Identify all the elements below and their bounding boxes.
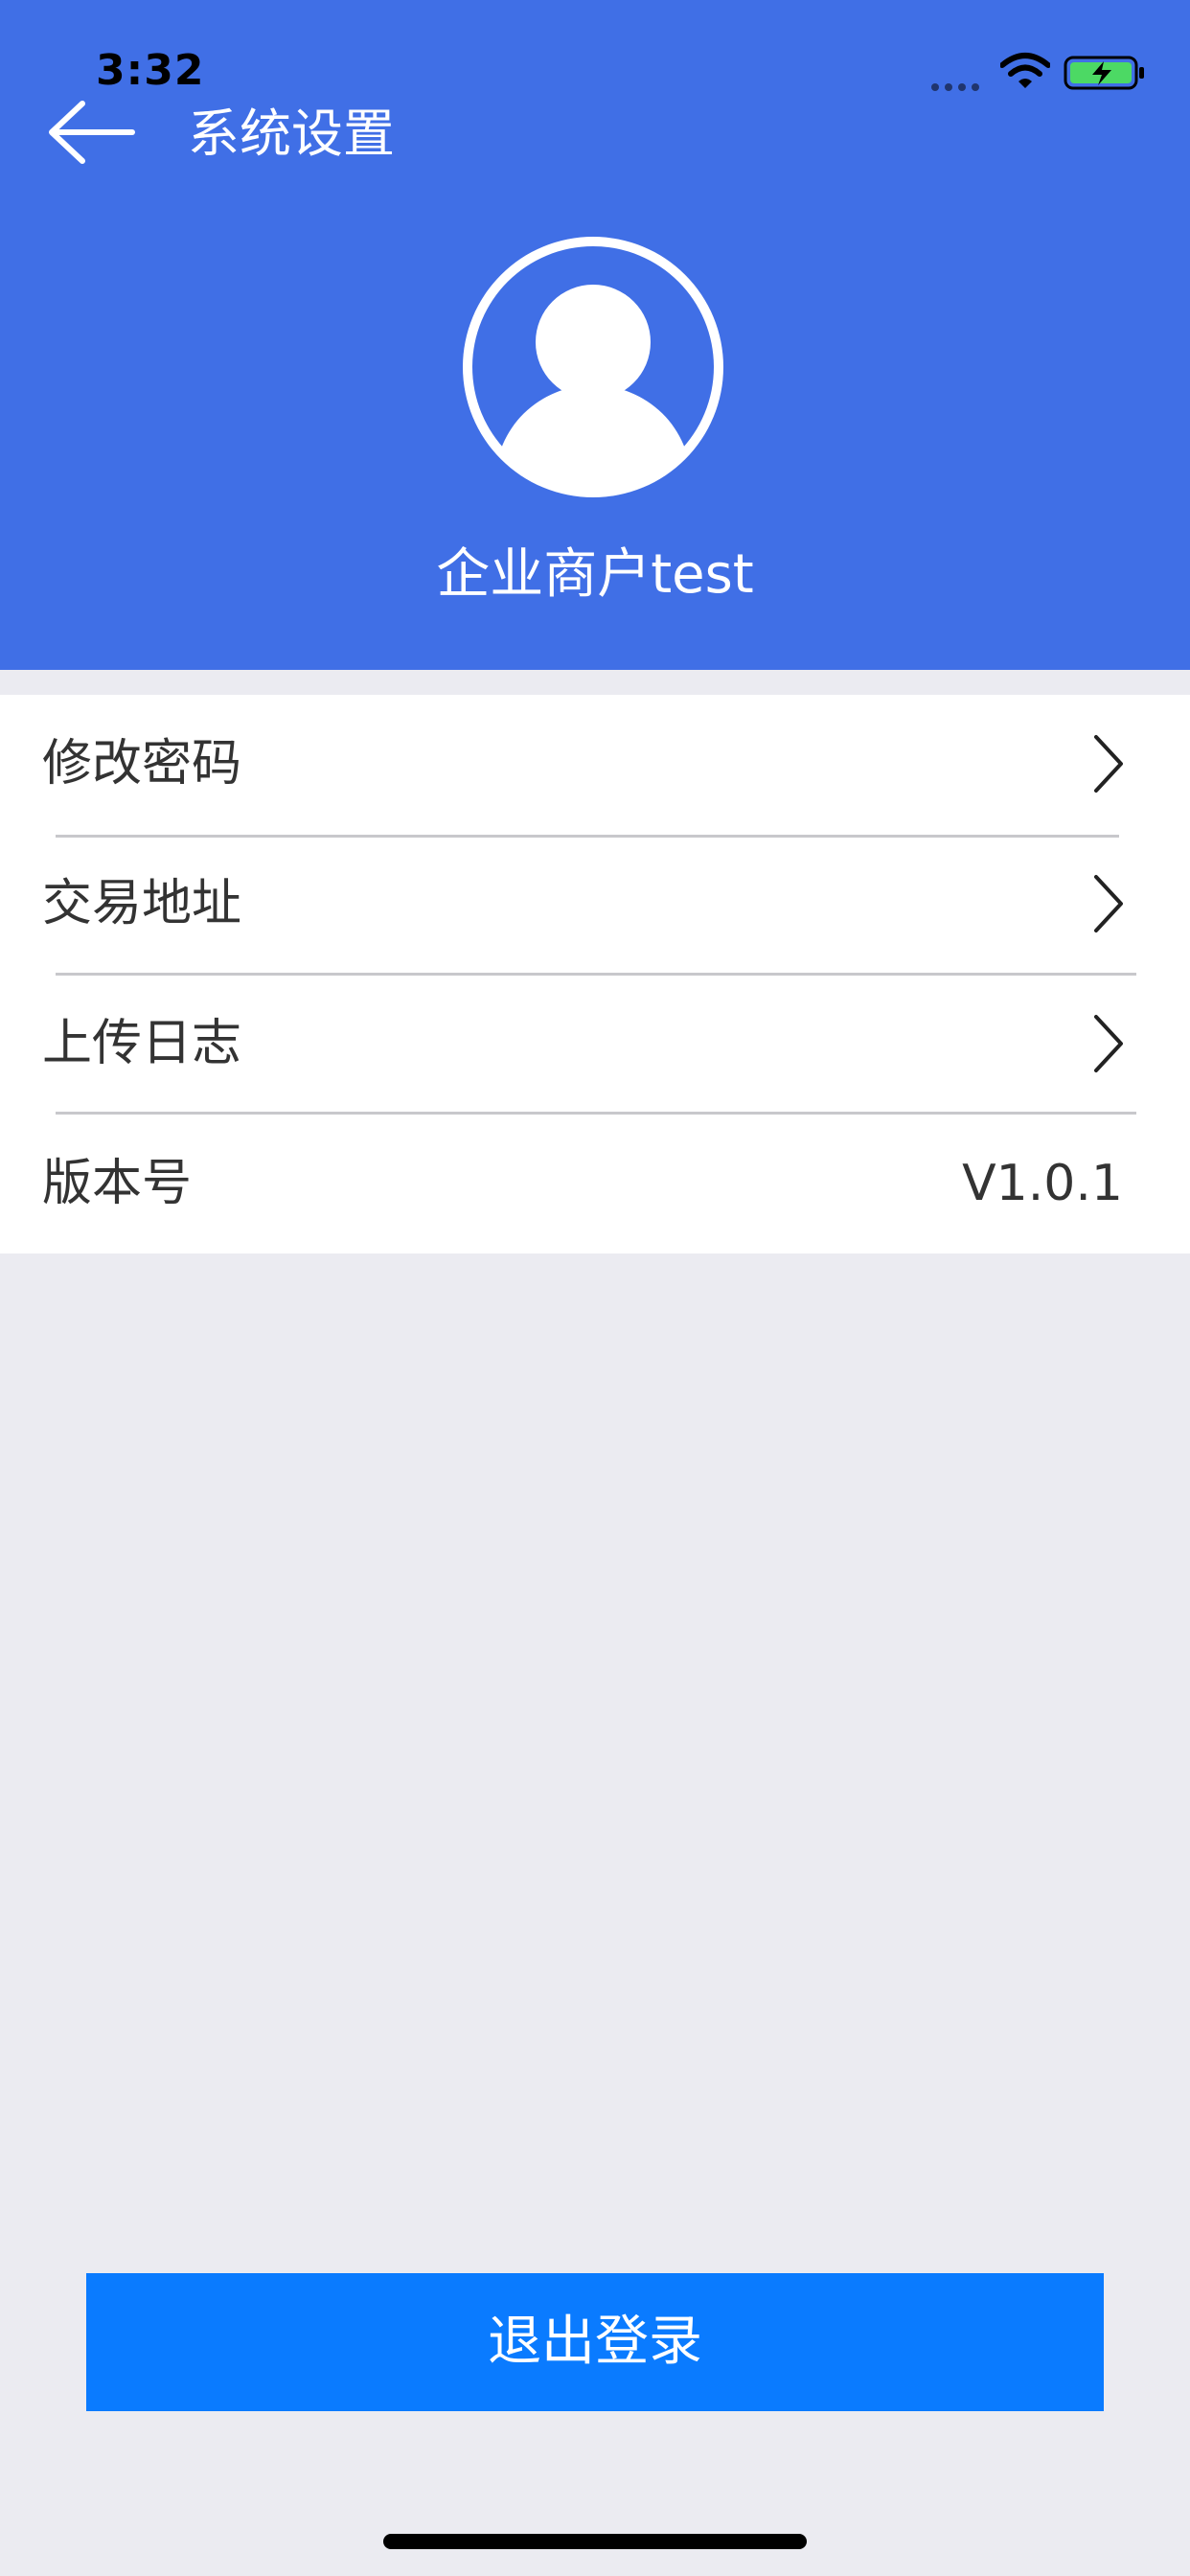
header: 3:32 系统设置 企业商户test	[0, 0, 1190, 670]
chevron-right-icon	[1094, 875, 1123, 932]
list-item-upload-log[interactable]: 上传日志	[0, 975, 1190, 1114]
logout-button[interactable]: 退出登录	[86, 2273, 1104, 2411]
list-item-version: 版本号 V1.0.1	[0, 1115, 1190, 1254]
account-name: 企业商户test	[436, 543, 754, 606]
status-time: 3:32	[96, 46, 205, 95]
version-value: V1.0.1	[962, 1155, 1123, 1212]
signal-dots-icon	[931, 77, 987, 91]
page-title: 系统设置	[188, 104, 395, 164]
home-indicator[interactable]	[383, 2534, 807, 2549]
settings-list: 修改密码 交易地址 上传日志 版本号 V1.0.1	[0, 695, 1190, 1254]
arrow-left-icon	[49, 101, 135, 164]
list-item-label: 上传日志	[42, 1015, 242, 1072]
list-item-label: 版本号	[42, 1155, 193, 1212]
battery-charging-icon	[1064, 56, 1144, 90]
wifi-icon	[1000, 53, 1050, 88]
chevron-right-icon	[1094, 735, 1123, 793]
chevron-right-icon	[1094, 1015, 1123, 1072]
list-item-change-password[interactable]: 修改密码	[0, 695, 1190, 834]
user-avatar-icon[interactable]	[456, 230, 730, 504]
list-item-label: 修改密码	[42, 735, 242, 793]
list-item-trade-address[interactable]: 交易地址	[0, 835, 1190, 974]
back-button[interactable]	[44, 96, 140, 169]
list-item-label: 交易地址	[42, 875, 242, 932]
